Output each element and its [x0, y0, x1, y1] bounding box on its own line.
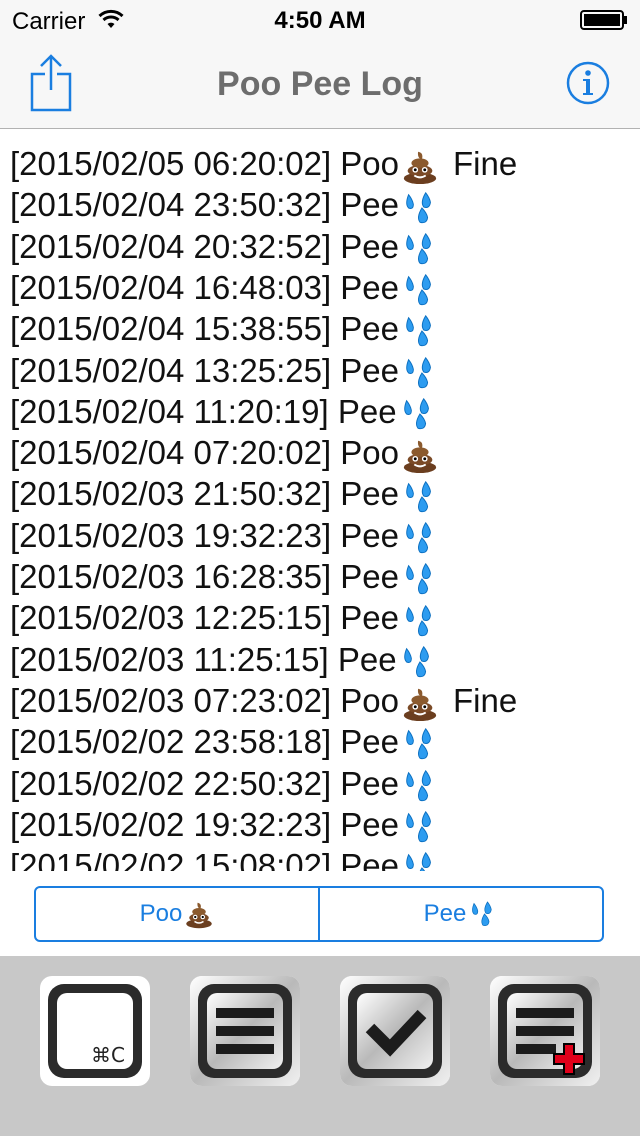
droplets-icon	[401, 230, 439, 268]
command-c-label: ⌘C	[91, 1043, 125, 1067]
droplets-icon	[401, 189, 439, 227]
log-entry: [2015/02/02 23:58:18] Pee	[10, 721, 439, 763]
log-timestamp: [2015/02/04 23:50:32]	[10, 186, 332, 224]
log-note: Fine	[453, 681, 518, 719]
poo-segment[interactable]: Poo	[36, 888, 318, 940]
type-segmented-control[interactable]: Poo Pee	[34, 886, 604, 942]
list-icon	[190, 976, 300, 1086]
log-type: Pee	[340, 558, 400, 595]
log-type: Poo	[340, 681, 400, 719]
log-timestamp: [2015/02/04 20:32:52]	[10, 227, 332, 265]
log-timestamp: [2015/02/04 13:25:25]	[10, 351, 332, 389]
droplets-icon	[401, 767, 439, 805]
log-timestamp: [2015/02/02 22:50:32]	[10, 764, 332, 802]
log-entry: [2015/02/05 06:20:02] Poo Fine	[10, 143, 517, 185]
log-entry: [2015/02/04 20:32:52] Pee	[10, 226, 439, 268]
log-entry: [2015/02/03 16:28:35] Pee	[10, 556, 439, 598]
log-entry: [2015/02/04 11:20:19] Pee	[10, 391, 437, 433]
droplets-icon	[401, 560, 439, 598]
droplets-icon	[401, 354, 439, 392]
log-type: Poo	[340, 434, 400, 472]
log-type: Pee	[340, 723, 400, 761]
bottom-toolbar: ⌘C	[0, 956, 640, 1136]
pee-segment-label: Pee	[423, 900, 467, 927]
droplets-icon	[399, 643, 437, 681]
poo-icon	[401, 147, 439, 185]
log-note: Fine	[453, 145, 518, 182]
log-entry: [2015/02/02 15:08:02] Pee	[10, 845, 439, 871]
log-timestamp: [2015/02/02 23:58:18]	[10, 723, 332, 761]
log-entry: [2015/02/04 16:48:03] Pee	[10, 267, 439, 309]
command-c-icon: ⌘C	[48, 984, 142, 1078]
info-button[interactable]	[566, 61, 610, 105]
battery-icon	[580, 10, 628, 30]
log-entry: [2015/02/02 19:32:23] Pee	[10, 804, 439, 846]
log-type: Pee	[340, 805, 400, 843]
check-button[interactable]	[340, 976, 450, 1086]
droplets-icon	[401, 602, 439, 640]
poo-segment-label: Poo	[139, 900, 183, 927]
list-button[interactable]	[190, 976, 300, 1086]
log-entry: [2015/02/04 07:20:02] Poo	[10, 432, 439, 474]
log-timestamp: [2015/02/03 21:50:32]	[10, 475, 332, 513]
droplets-icon	[401, 849, 439, 871]
droplets-icon	[401, 312, 439, 350]
log-type: Pee	[340, 599, 400, 637]
log-timestamp: [2015/02/03 16:28:35]	[10, 558, 332, 595]
log-entry: [2015/02/02 22:50:32] Pee	[10, 763, 439, 805]
droplets-icon	[401, 808, 439, 846]
log-type: Pee	[340, 351, 400, 389]
log-timestamp: [2015/02/02 19:32:23]	[10, 805, 332, 843]
navigation-bar: Poo Pee Log	[0, 40, 640, 129]
log-timestamp: [2015/02/02 15:08:02]	[10, 847, 332, 871]
log-type: Poo	[340, 145, 400, 182]
droplets-icon	[399, 395, 437, 433]
checkmark-icon	[340, 976, 450, 1086]
log-timestamp: [2015/02/04 15:38:55]	[10, 310, 332, 348]
log-timestamp: [2015/02/03 12:25:15]	[10, 599, 332, 637]
droplets-icon	[401, 478, 439, 516]
droplets-icon	[401, 271, 439, 309]
log-timestamp: [2015/02/05 06:20:02]	[10, 145, 332, 182]
status-time: 4:50 AM	[274, 7, 366, 34]
log-timestamp: [2015/02/04 16:48:03]	[10, 268, 332, 306]
droplets-icon	[401, 725, 439, 763]
log-timestamp: [2015/02/04 11:20:19]	[10, 392, 329, 430]
log-entry: [2015/02/03 07:23:02] Poo Fine	[10, 680, 517, 722]
log-entry: [2015/02/03 21:50:32] Pee	[10, 473, 439, 515]
log-timestamp: [2015/02/03 11:25:15]	[10, 640, 329, 678]
log-type: Pee	[340, 516, 400, 554]
log-entry: [2015/02/03 12:25:15] Pee	[10, 597, 439, 639]
add-entry-button[interactable]	[490, 976, 600, 1086]
list-add-icon	[490, 976, 600, 1086]
log-entry: [2015/02/04 23:50:32] Pee	[10, 184, 439, 226]
log-entry: [2015/02/03 19:32:23] Pee	[10, 515, 439, 557]
info-icon	[566, 61, 610, 105]
log-type: Pee	[340, 227, 400, 265]
log-type: Pee	[340, 310, 400, 348]
status-bar: Carrier 4:50 AM	[0, 0, 640, 40]
log-timestamp: [2015/02/03 07:23:02]	[10, 681, 332, 719]
log-type: Pee	[340, 475, 400, 513]
log-timestamp: [2015/02/03 19:32:23]	[10, 516, 332, 554]
log-type: Pee	[340, 186, 400, 224]
log-list[interactable]: [2015/02/05 06:20:02] Poo Fine [2015/02/04…	[0, 129, 640, 871]
page-title: Poo Pee Log	[217, 65, 423, 103]
log-type: Pee	[340, 764, 400, 802]
pee-segment[interactable]: Pee	[318, 888, 602, 940]
log-type: Pee	[340, 268, 400, 306]
log-entry: [2015/02/03 11:25:15] Pee	[10, 639, 437, 681]
log-entry: [2015/02/04 13:25:25] Pee	[10, 350, 439, 392]
droplets-icon	[401, 519, 439, 557]
copy-button[interactable]: ⌘C	[40, 976, 150, 1086]
log-timestamp: [2015/02/04 07:20:02]	[10, 434, 332, 472]
log-type: Pee	[340, 847, 400, 871]
log-type: Pee	[337, 392, 397, 430]
poo-icon	[401, 684, 439, 722]
poo-icon	[184, 899, 214, 929]
log-entry: [2015/02/04 15:38:55] Pee	[10, 308, 439, 350]
droplets-icon	[468, 899, 498, 929]
poo-icon	[401, 436, 439, 474]
log-type: Pee	[337, 640, 397, 678]
